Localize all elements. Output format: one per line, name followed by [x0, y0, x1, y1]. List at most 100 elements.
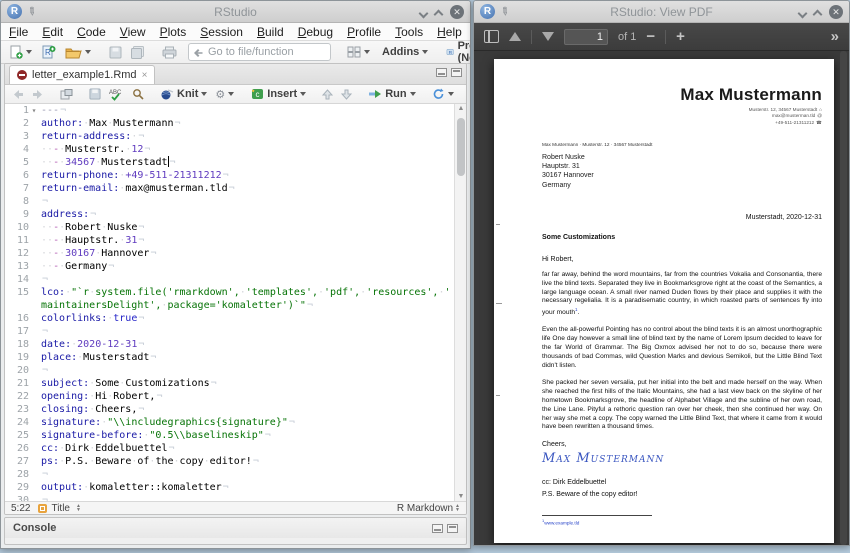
code-line[interactable]: 14 ¬ — [5, 273, 454, 286]
goto-file-search[interactable] — [188, 43, 331, 61]
page-up-icon[interactable] — [509, 32, 521, 41]
code-line[interactable]: 21 subject:·Some·Customizations¬ — [5, 377, 454, 390]
go-prev-section-button[interactable] — [320, 88, 335, 101]
shade-icon[interactable] — [799, 8, 807, 16]
code-line[interactable]: 1▾---¬ — [5, 104, 454, 117]
spellcheck-button[interactable]: ABC — [107, 87, 126, 102]
go-next-section-button[interactable] — [339, 88, 354, 101]
menu-build[interactable]: Build — [257, 25, 284, 39]
code-line[interactable]: 11 ··-·Hauptstr.·31¬ — [5, 234, 454, 247]
code-line[interactable]: 7 return-email:·max@musterman.tld¬ — [5, 182, 454, 195]
open-file-button[interactable] — [63, 45, 93, 60]
editor-scrollbar[interactable]: ▲ ▼ — [454, 104, 466, 501]
goto-input[interactable] — [208, 46, 326, 58]
popout-button[interactable] — [58, 88, 75, 101]
code-line[interactable]: 13 ··-·Germany¬ — [5, 260, 454, 273]
menu-code[interactable]: Code — [77, 25, 106, 39]
scroll-down-icon[interactable]: ▼ — [455, 493, 467, 500]
menu-profile[interactable]: Profile — [347, 25, 381, 39]
new-project-button[interactable]: R — [39, 44, 58, 60]
title-bar[interactable]: R ✎ RStudio ✕ — [1, 1, 470, 23]
close-icon[interactable]: ✕ — [829, 5, 843, 19]
code-line[interactable]: 19 place:·Musterstadt¬ — [5, 351, 454, 364]
back-icon — [12, 89, 24, 100]
menu-file[interactable]: File — [9, 25, 28, 39]
save-all-button[interactable] — [129, 45, 146, 60]
tab-close-icon[interactable]: × — [142, 70, 148, 81]
print-button[interactable] — [160, 45, 179, 60]
maximize-icon[interactable] — [435, 8, 443, 16]
rerun-icon — [432, 88, 445, 100]
code-line[interactable]: 20 ¬ — [5, 364, 454, 377]
pdf-title-bar[interactable]: R ✎ RStudio: View PDF ✕ — [474, 1, 849, 23]
menu-tools[interactable]: Tools — [395, 25, 423, 39]
pdf-view-area[interactable]: Max Mustermann Musterstr. 12, 34567 Must… — [474, 51, 849, 545]
page-number-input[interactable] — [564, 29, 608, 45]
code-line[interactable]: 24 signature:·"\\includegraphics{signatu… — [5, 416, 454, 429]
find-button[interactable] — [130, 87, 146, 101]
rerun-button[interactable] — [430, 87, 456, 101]
addins-button[interactable]: Addins — [377, 45, 430, 59]
footnote-link[interactable]: 1www.example.tld — [542, 518, 822, 526]
pdf-scrollbar[interactable] — [840, 51, 847, 545]
menu-help[interactable]: Help — [437, 25, 462, 39]
tab-letter-example[interactable]: letter_example1.Rmd × — [9, 65, 155, 84]
menu-edit[interactable]: Edit — [42, 25, 63, 39]
editor-code[interactable]: 1▾---¬2 author:·Max·Mustermann¬3 return-… — [5, 104, 454, 501]
zoom-out-button[interactable]: − — [646, 29, 655, 44]
scope-selector[interactable]: Title ▲▼ — [38, 503, 80, 514]
code-line[interactable]: 16 colorlinks:·true¬ — [5, 312, 454, 325]
more-tools-icon[interactable]: » — [831, 28, 839, 45]
run-button[interactable]: Run — [366, 87, 417, 101]
code-line[interactable]: 5 ··-·34567·Musterstadt¬ — [5, 156, 454, 169]
back-button[interactable] — [10, 88, 26, 101]
forward-button[interactable] — [30, 88, 46, 101]
console-maximize-icon[interactable] — [447, 524, 458, 533]
close-icon[interactable]: ✕ — [450, 5, 464, 19]
insert-chunk-button[interactable]: c Insert — [248, 87, 308, 101]
panes-layout-button[interactable] — [345, 45, 372, 59]
code-line[interactable]: 28 ¬ — [5, 468, 454, 481]
zoom-in-button[interactable]: + — [676, 29, 685, 44]
code-line[interactable]: 30 ¬ — [5, 494, 454, 501]
code-line[interactable]: 2 author:·Max·Mustermann¬ — [5, 117, 454, 130]
console-header[interactable]: Console — [5, 518, 466, 538]
pane-maximize-icon[interactable] — [451, 68, 462, 77]
outline-button[interactable] — [466, 88, 467, 101]
code-line[interactable]: 25 signature-before:·"0.5\\baselineskip"… — [5, 429, 454, 442]
menu-debug[interactable]: Debug — [298, 25, 333, 39]
code-line[interactable]: 29 output:·komaletter::komaletter¬ — [5, 481, 454, 494]
code-line[interactable]: 4 ··-·Musterstr.·12¬ — [5, 143, 454, 156]
code-line[interactable]: 18 date:·2020-12-31¬ — [5, 338, 454, 351]
knit-settings-button[interactable]: ⚙ — [213, 87, 236, 102]
page-down-icon[interactable] — [542, 32, 554, 41]
code-line[interactable]: 17 ¬ — [5, 325, 454, 338]
project-menu-button[interactable]: R Project: (None) — [444, 39, 471, 65]
save-doc-button[interactable] — [87, 87, 103, 101]
scroll-up-icon[interactable]: ▲ — [455, 105, 467, 112]
code-line[interactable]: 8 ¬ — [5, 195, 454, 208]
code-line[interactable]: 15 lco:·"`r·system.file('rmarkdown',·'te… — [5, 286, 454, 312]
menu-view[interactable]: View — [120, 25, 146, 39]
menu-session[interactable]: Session — [200, 25, 243, 39]
maximize-icon[interactable] — [814, 8, 822, 16]
code-line[interactable]: 12 ··-·30167·Hannover¬ — [5, 247, 454, 260]
code-line[interactable]: 27 ps:·P.S.·Beware·of·the·copy·editor!¬ — [5, 455, 454, 468]
shade-icon[interactable] — [420, 8, 428, 16]
code-line[interactable]: 6 return-phone:·+49-511-21311212¬ — [5, 169, 454, 182]
code-line[interactable]: 22 opening:·Hi·Robert,¬ — [5, 390, 454, 403]
code-line[interactable]: 3 return-address:·¬ — [5, 130, 454, 143]
new-file-button[interactable] — [7, 44, 34, 60]
save-button[interactable] — [107, 45, 124, 60]
code-line[interactable]: 9 address:¬ — [5, 208, 454, 221]
code-line[interactable]: 26 cc:·Dirk·Eddelbuettel¬ — [5, 442, 454, 455]
sidebar-toggle-icon[interactable] — [484, 30, 499, 43]
knit-button[interactable]: Knit — [158, 87, 209, 101]
pane-minimize-icon[interactable] — [436, 68, 447, 77]
menu-plots[interactable]: Plots — [160, 25, 187, 39]
code-line[interactable]: 10 ··-·Robert·Nuske¬ — [5, 221, 454, 234]
code-line[interactable]: 23 closing:·Cheers,¬ — [5, 403, 454, 416]
scrollbar-thumb[interactable] — [457, 118, 465, 176]
file-type-selector[interactable]: R Markdown ▲▼ — [397, 503, 460, 514]
console-minimize-icon[interactable] — [432, 524, 443, 533]
